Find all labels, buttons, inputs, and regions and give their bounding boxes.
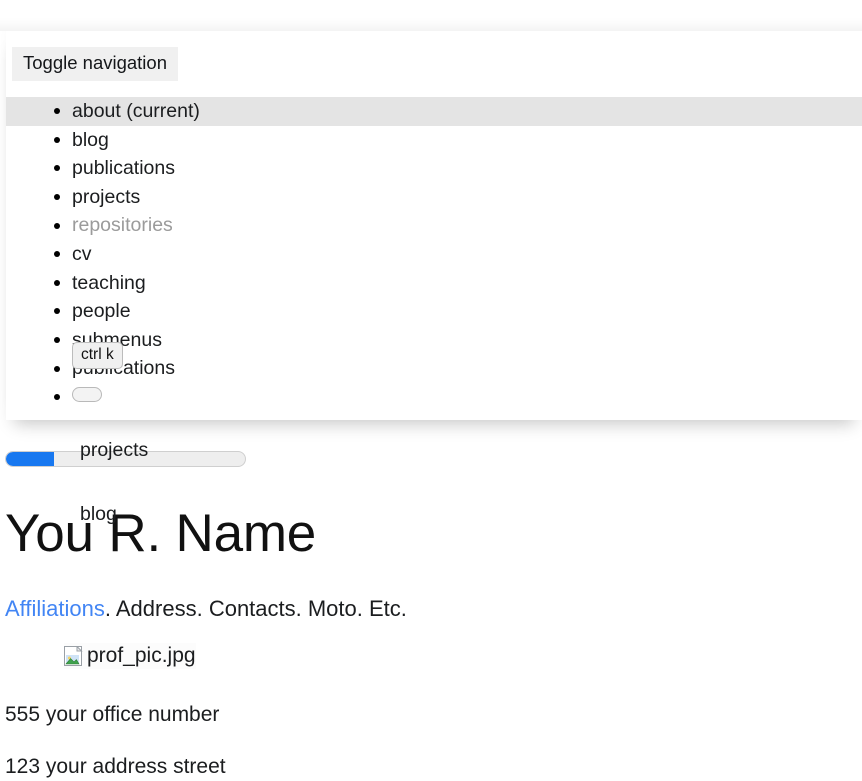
profile-image-alt-text: prof_pic.jpg	[87, 643, 196, 669]
subtitle-rest: . Address. Contacts. Moto. Etc.	[105, 596, 407, 621]
nav-link-teaching[interactable]: teaching	[72, 272, 146, 294]
nav-link-people[interactable]: people	[72, 300, 131, 322]
nav-link-publications[interactable]: publications	[72, 157, 175, 179]
affiliations-link[interactable]: Affiliations	[5, 596, 105, 621]
nav-item-search[interactable]: ctrl k publications	[6, 354, 862, 383]
nav-item-about[interactable]: about (current)	[6, 97, 862, 126]
nav-item-blog[interactable]: blog	[6, 126, 862, 155]
overlap-label-blog[interactable]: blog	[80, 505, 117, 525]
overlap-label-projects[interactable]: projects	[80, 441, 148, 461]
nav-item-projects[interactable]: projects	[6, 183, 862, 212]
progress-fill	[6, 452, 54, 466]
toggle-navigation-button[interactable]: Toggle navigation	[12, 47, 178, 81]
navbar-list: about (current) blog publications projec…	[6, 97, 862, 412]
nav-link-projects[interactable]: projects	[72, 186, 140, 208]
theme-toggle-switch[interactable]	[72, 387, 102, 402]
nav-link-about[interactable]: about (current)	[72, 100, 200, 122]
nav-item-people[interactable]: people	[6, 297, 862, 326]
broken-image-icon	[64, 646, 86, 668]
nav-item-publications[interactable]: publications	[6, 154, 862, 183]
nav-item-cv[interactable]: cv	[6, 240, 862, 269]
search-shortcut-kbd[interactable]: ctrl k	[72, 342, 123, 369]
nav-item-repositories[interactable]: repositories	[6, 211, 862, 240]
profile-image-broken[interactable]: prof_pic.jpg	[64, 643, 196, 669]
nav-item-theme-toggle[interactable]	[6, 383, 862, 412]
nav-link-cv[interactable]: cv	[72, 243, 92, 265]
navbar-panel: Toggle navigation about (current) blog p…	[6, 30, 862, 420]
nav-item-teaching[interactable]: teaching	[6, 269, 862, 298]
nav-link-repositories[interactable]: repositories	[72, 214, 173, 236]
nav-item-submenus[interactable]: submenus	[6, 326, 862, 355]
page-title: You R. Name	[5, 503, 316, 565]
nav-link-blog[interactable]: blog	[72, 129, 109, 151]
office-number-line: 555 your office number	[5, 701, 219, 729]
subtitle-line: Affiliations. Address. Contacts. Moto. E…	[5, 594, 407, 624]
